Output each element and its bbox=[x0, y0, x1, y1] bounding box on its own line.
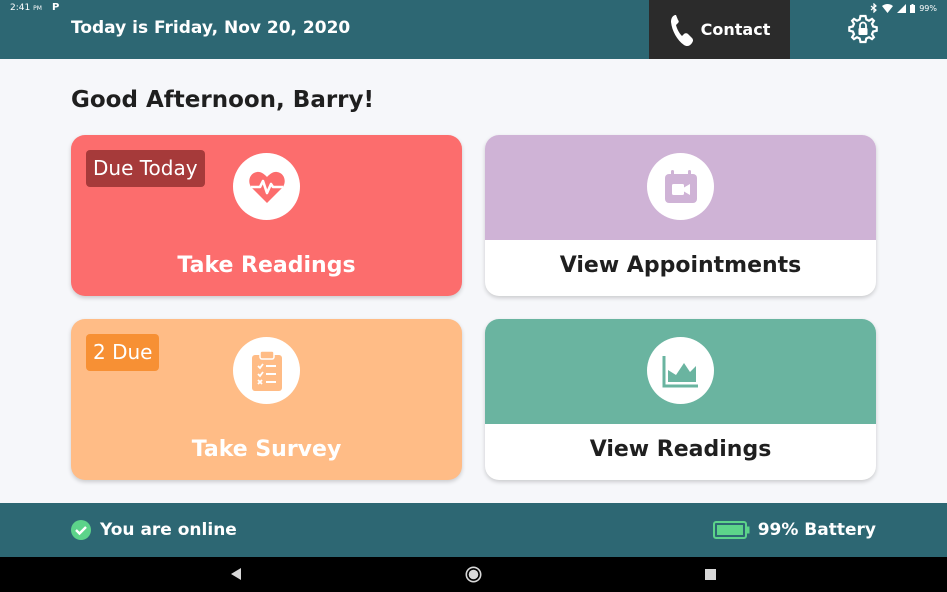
video-calendar-icon bbox=[664, 169, 697, 203]
survey-icon-circle bbox=[233, 337, 300, 404]
contact-button[interactable]: Contact bbox=[649, 0, 790, 59]
clipboard-checklist-icon bbox=[251, 349, 282, 391]
bluetooth-icon bbox=[870, 3, 878, 13]
appointments-icon-circle bbox=[647, 153, 714, 220]
android-nav-bar bbox=[0, 557, 947, 592]
home-icon[interactable] bbox=[465, 566, 482, 583]
signal-icon bbox=[897, 3, 907, 13]
check-circle-icon bbox=[71, 520, 91, 540]
settings-lock-button[interactable] bbox=[847, 13, 879, 45]
greeting-text: Good Afternoon, Barry! bbox=[71, 87, 375, 113]
back-icon[interactable] bbox=[229, 567, 243, 581]
date-display: Today is Friday, Nov 20, 2020 bbox=[71, 18, 351, 38]
due-today-badge: Due Today bbox=[86, 150, 205, 187]
survey-due-badge: 2 Due bbox=[86, 334, 160, 371]
take-readings-card[interactable]: Due Today Take Readings bbox=[71, 135, 462, 296]
status-icons: 99% bbox=[870, 3, 937, 13]
battery-text: 99% Battery bbox=[757, 520, 876, 540]
phone-icon bbox=[670, 14, 693, 46]
contact-label: Contact bbox=[700, 20, 771, 39]
app-header: 2:41 PM P 99% Today is Friday, Nov 20, 2… bbox=[0, 0, 947, 59]
battery-icon bbox=[712, 521, 750, 539]
take-readings-label: Take Readings bbox=[177, 253, 356, 278]
view-appointments-label: View Appointments bbox=[559, 253, 802, 278]
area-chart-icon bbox=[662, 355, 698, 387]
wifi-icon bbox=[882, 3, 894, 13]
gear-lock-icon bbox=[848, 14, 878, 44]
app-footer: You are online 99% Battery bbox=[0, 503, 947, 557]
view-appointments-card[interactable]: View Appointments bbox=[485, 135, 876, 296]
status-battery-pct: 99% bbox=[919, 3, 937, 13]
status-ampm: PM bbox=[33, 5, 42, 12]
take-survey-label: Take Survey bbox=[191, 437, 342, 462]
take-survey-card[interactable]: 2 Due Take Survey bbox=[71, 319, 462, 480]
battery-status: 99% Battery bbox=[712, 520, 876, 540]
online-status: You are online bbox=[71, 520, 237, 540]
chart-icon-circle bbox=[647, 337, 714, 404]
online-status-text: You are online bbox=[100, 520, 237, 540]
view-readings-card[interactable]: View Readings bbox=[485, 319, 876, 480]
battery-status-icon bbox=[910, 3, 916, 13]
carrier-icon: P bbox=[52, 2, 60, 13]
view-readings-label: View Readings bbox=[589, 437, 772, 462]
heart-pulse-icon bbox=[248, 171, 285, 203]
status-time: 2:41 PM bbox=[10, 3, 42, 13]
status-clock: 2:41 bbox=[10, 3, 31, 13]
recent-apps-icon[interactable] bbox=[705, 569, 716, 580]
heart-icon-circle bbox=[233, 153, 300, 220]
